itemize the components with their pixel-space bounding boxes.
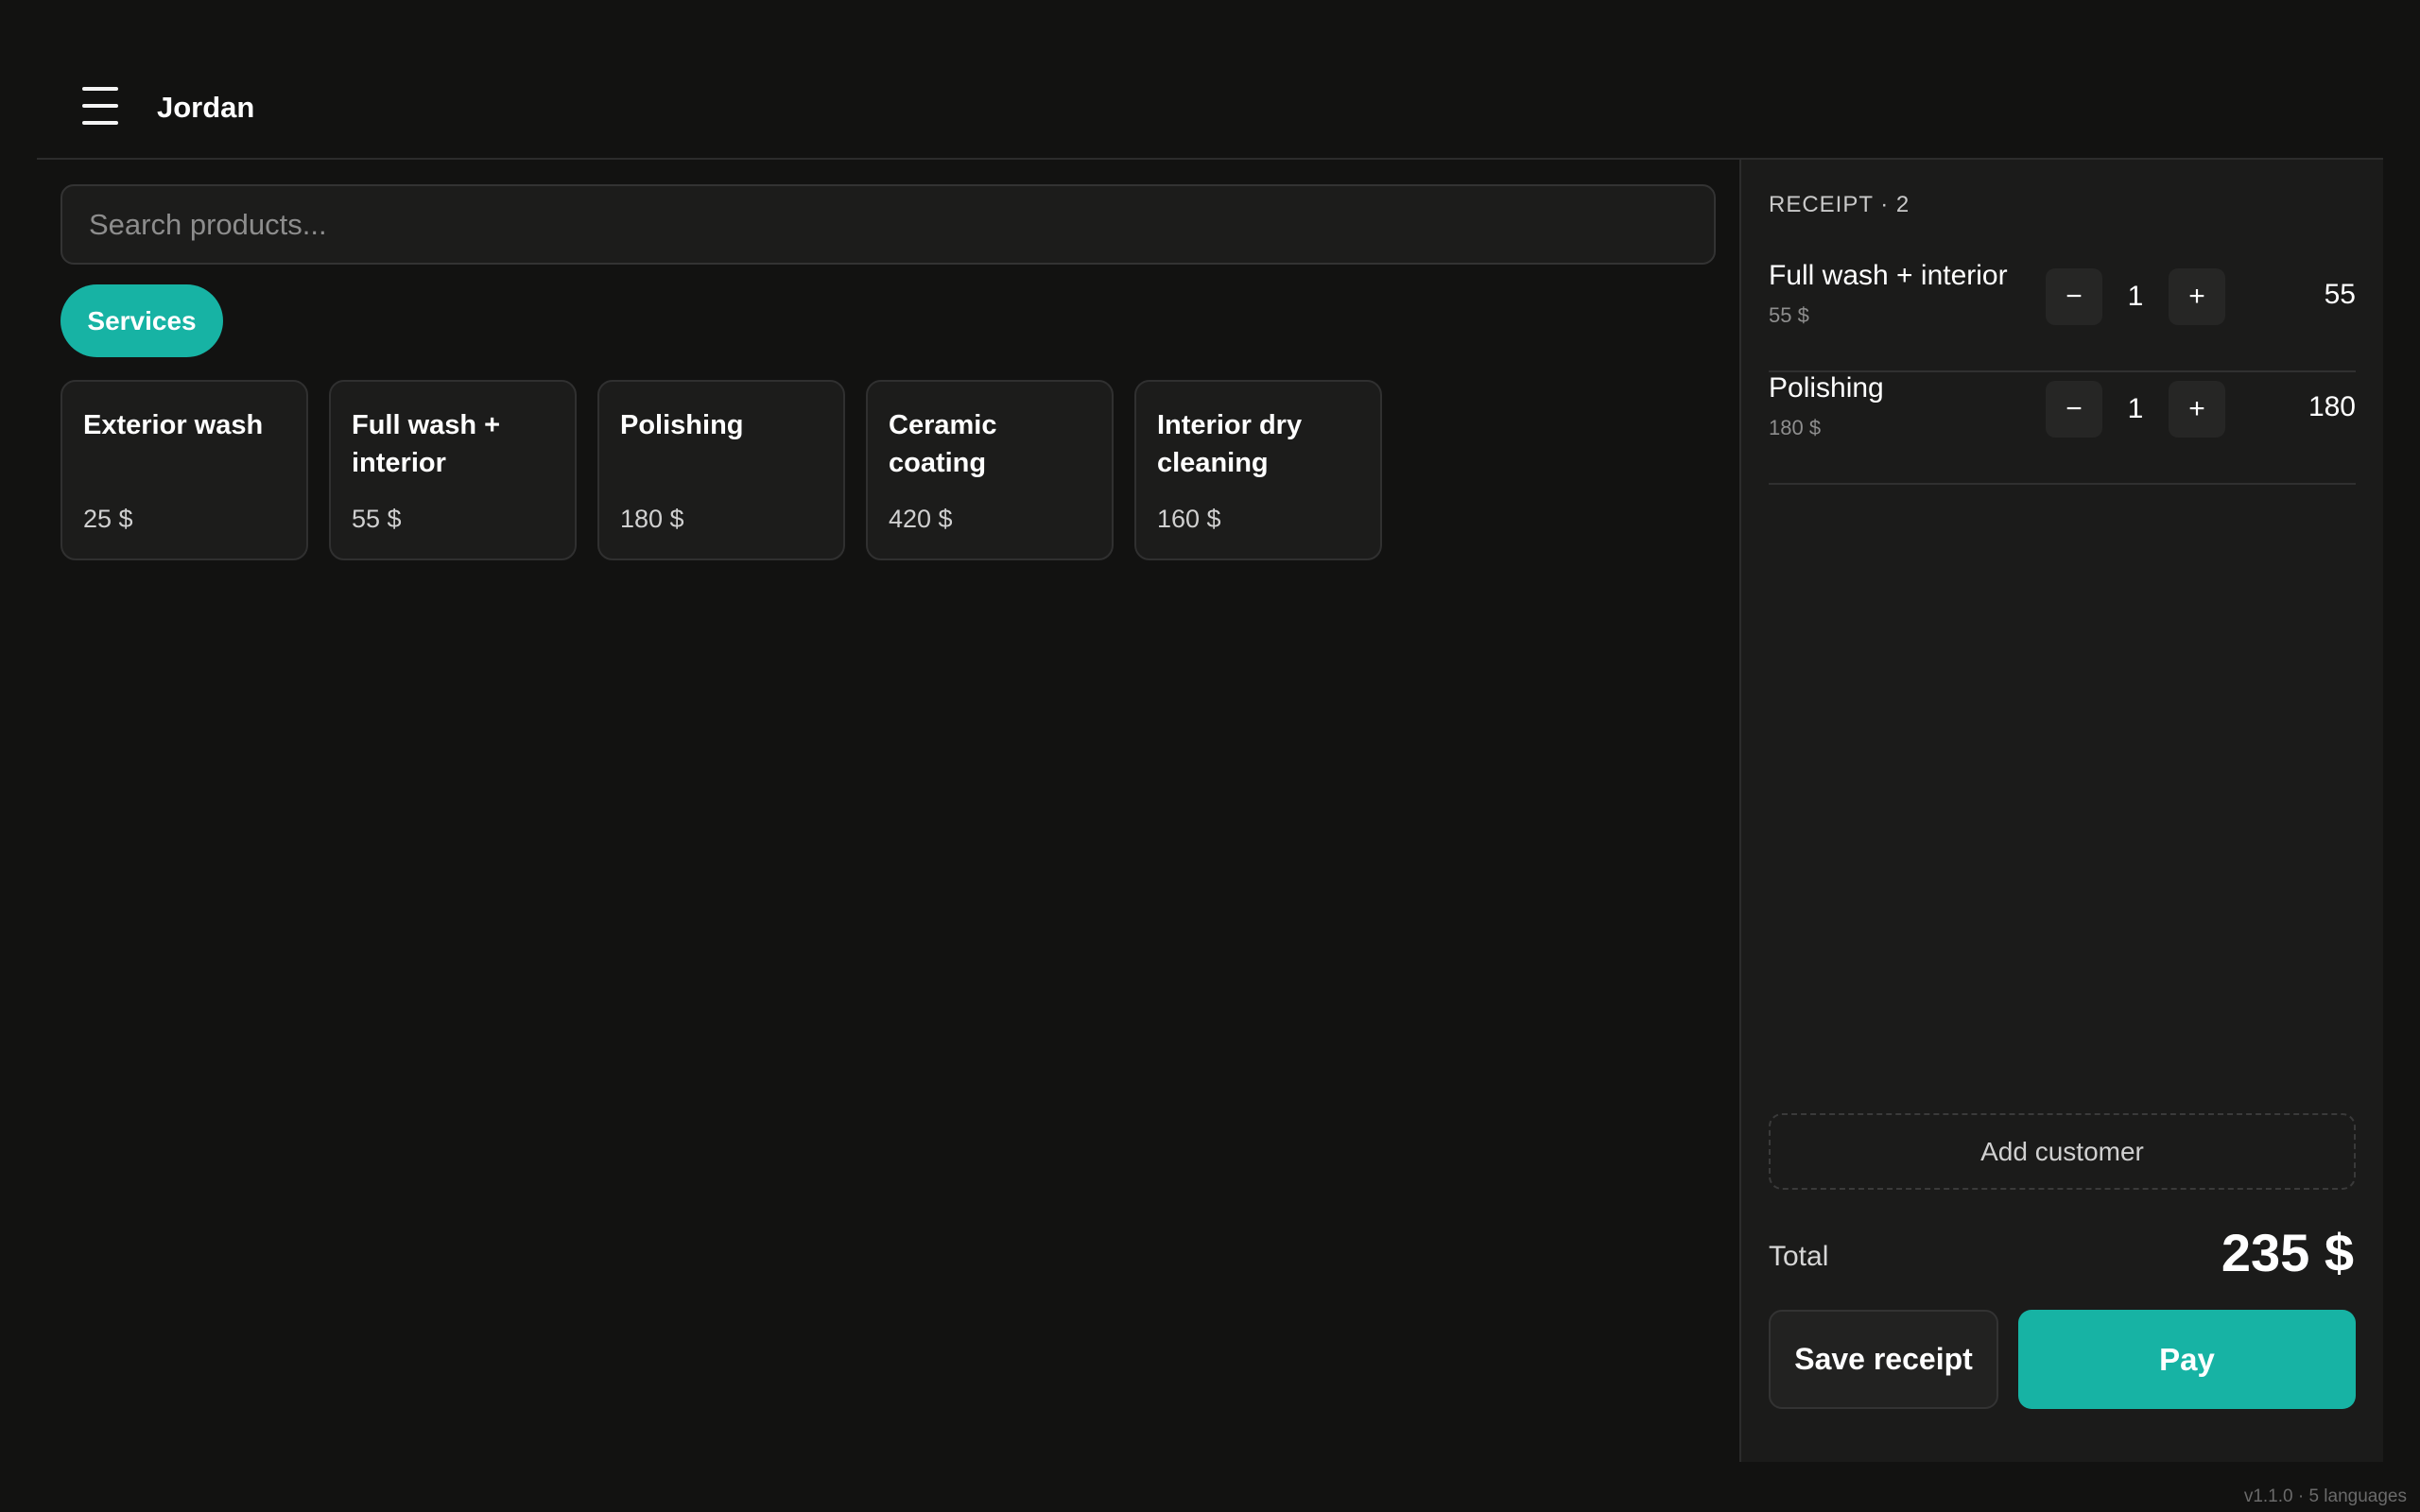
- product-price: 420 $: [889, 505, 953, 533]
- pay-button[interactable]: Pay: [2018, 1310, 2356, 1409]
- product-price: 180 $: [620, 505, 684, 533]
- receipt-line: Full wash + interior 55 $ − 1 + 55: [1769, 260, 2356, 372]
- total-label: Total: [1769, 1241, 1829, 1272]
- increase-quantity-button[interactable]: +: [2169, 268, 2225, 325]
- product-name: Ceramic coating: [889, 410, 997, 478]
- version-label: v1.1.0 · 5 languages: [2243, 1486, 2407, 1506]
- product-name: Exterior wash: [83, 410, 264, 440]
- line-item-total: 55: [2324, 279, 2356, 310]
- add-customer-button[interactable]: Add customer: [1769, 1113, 2356, 1190]
- receipt-panel: RECEIPT · 2 Full wash + interior 55 $ − …: [1739, 160, 2383, 1462]
- hamburger-menu-icon[interactable]: [82, 87, 118, 125]
- product-name: Interior dry cleaning: [1157, 410, 1303, 478]
- quantity-value: 1: [2127, 393, 2144, 424]
- product-price: 160 $: [1157, 505, 1221, 533]
- product-name: Full wash + interior: [352, 410, 501, 478]
- receipt-line: Polishing 180 $ − 1 + 180: [1769, 372, 2356, 485]
- decrease-quantity-button[interactable]: −: [2046, 381, 2102, 438]
- line-item-name: Polishing: [1769, 372, 1884, 404]
- product-card[interactable]: Ceramic coating 420 $: [866, 380, 1114, 560]
- line-item-unit-price: 55 $: [1769, 303, 1809, 327]
- product-name: Polishing: [620, 410, 744, 440]
- category-chip-services[interactable]: Services: [60, 284, 223, 357]
- pos-app: Jordan Services Exterior wash 25 $ Full …: [37, 0, 2383, 1462]
- product-price: 55 $: [352, 505, 402, 533]
- user-name: Jordan: [157, 91, 255, 124]
- product-price: 25 $: [83, 505, 133, 533]
- quantity-value: 1: [2127, 281, 2144, 312]
- line-item-total: 180: [2308, 391, 2356, 422]
- product-area: Services Exterior wash 25 $ Full wash + …: [37, 160, 1739, 1462]
- product-card[interactable]: Exterior wash 25 $: [60, 380, 308, 560]
- search-input[interactable]: [60, 184, 1716, 265]
- line-item-name: Full wash + interior: [1769, 260, 2008, 291]
- product-grid: Exterior wash 25 $ Full wash + interior …: [60, 380, 1382, 560]
- receipt-title: RECEIPT · 2: [1769, 192, 1910, 217]
- product-card[interactable]: Full wash + interior 55 $: [329, 380, 577, 560]
- total-value: 235 $: [2221, 1223, 2354, 1282]
- header: Jordan: [37, 0, 2383, 160]
- save-receipt-button[interactable]: Save receipt: [1769, 1310, 1998, 1409]
- product-card[interactable]: Interior dry cleaning 160 $: [1134, 380, 1382, 560]
- line-item-unit-price: 180 $: [1769, 416, 1822, 439]
- decrease-quantity-button[interactable]: −: [2046, 268, 2102, 325]
- increase-quantity-button[interactable]: +: [2169, 381, 2225, 438]
- product-card[interactable]: Polishing 180 $: [597, 380, 845, 560]
